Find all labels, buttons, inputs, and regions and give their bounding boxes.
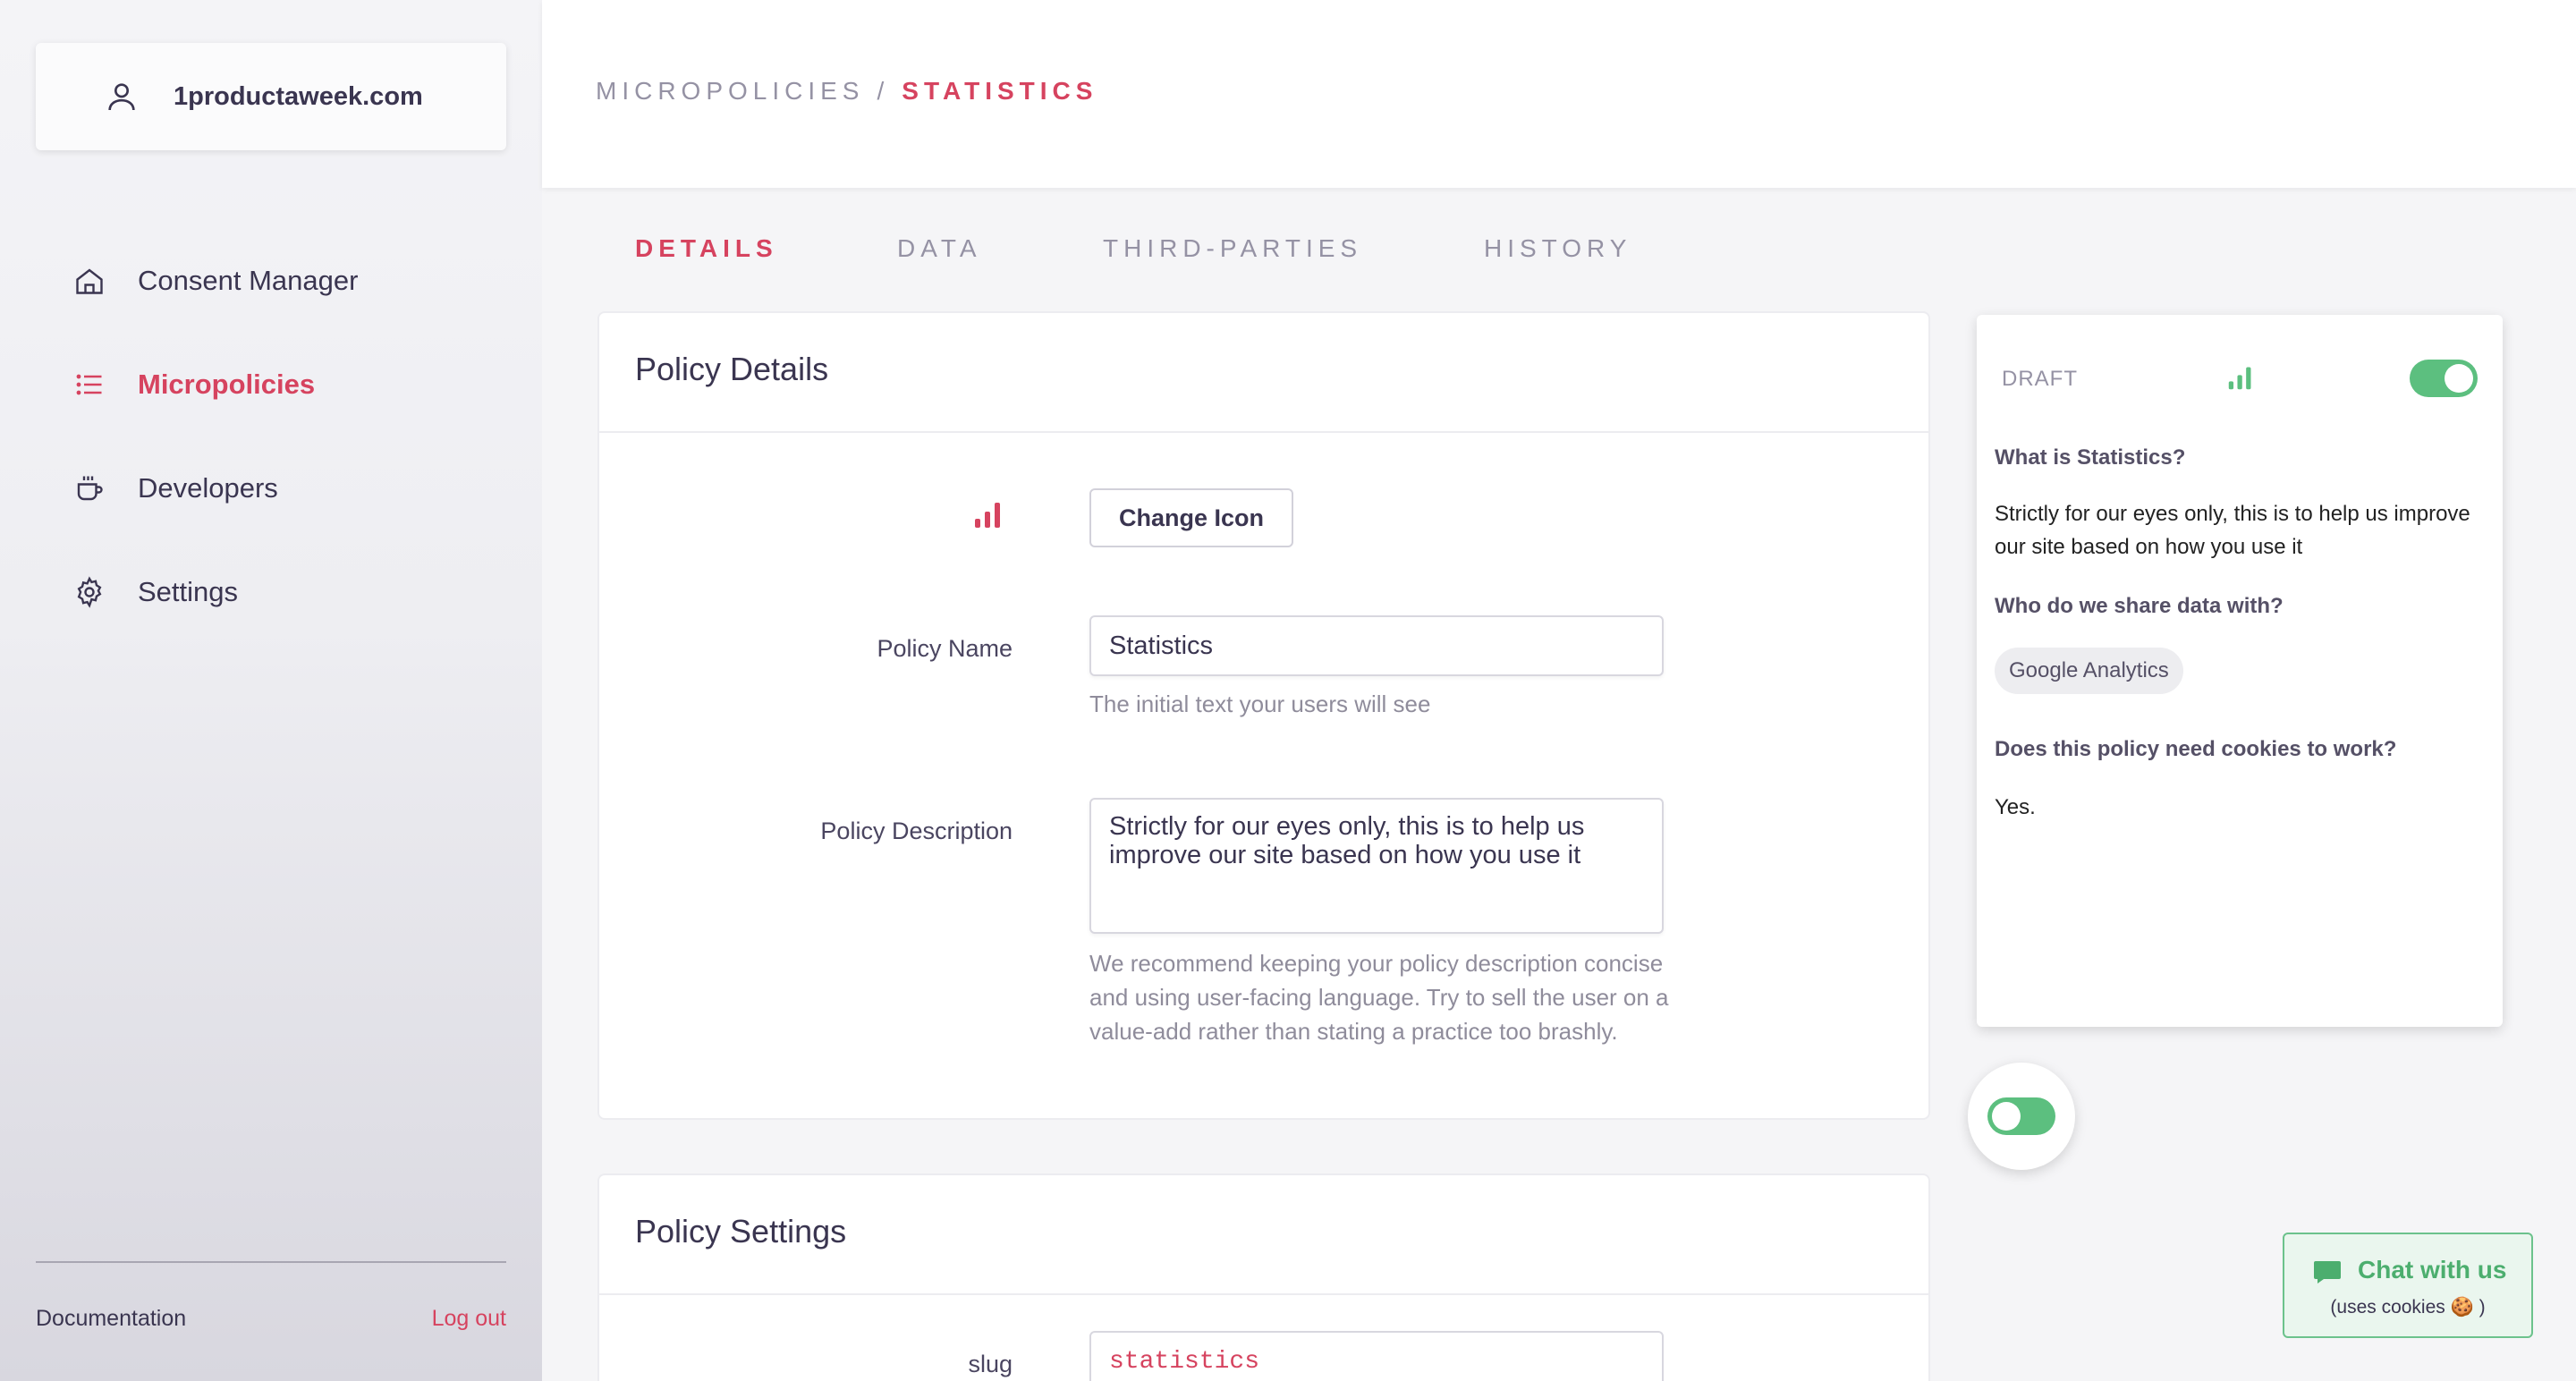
chat-bubble-icon — [2314, 1261, 2341, 1284]
statistics-icon — [2228, 367, 2251, 390]
tab-third-parties[interactable]: THIRD-PARTIES — [1103, 234, 1362, 263]
card-divider — [599, 431, 1928, 433]
breadcrumb: MICROPOLICIES / STATISTICS — [596, 77, 1097, 106]
policy-enabled-toggle[interactable] — [2410, 360, 2478, 397]
account-card[interactable]: 1productaweek.com — [36, 43, 506, 150]
policy-name-input[interactable] — [1089, 615, 1664, 676]
policy-name-label: Policy Name — [877, 635, 1013, 662]
floating-toggle[interactable] — [1987, 1097, 2055, 1135]
sidebar-item-consent-manager[interactable]: Consent Manager — [0, 245, 542, 317]
policy-name-help: The initial text your users will see — [1089, 690, 1431, 717]
documentation-link[interactable]: Documentation — [36, 1306, 186, 1332]
sidebar-item-micropolicies[interactable]: Micropolicies — [0, 349, 542, 420]
policy-preview-panel: DRAFT What is Statistics? Strictly for o… — [1977, 315, 2503, 1027]
user-icon — [108, 83, 135, 111]
policy-details-card: Policy Details Change Icon Policy Name T… — [597, 311, 1930, 1120]
gear-icon — [77, 576, 102, 608]
cookies-question: Does this policy need cookies to work? — [1995, 737, 2397, 761]
sidebar: 1productaweek.com Consent Manager Microp… — [0, 0, 542, 1381]
tab-history[interactable]: HISTORY — [1484, 234, 1631, 263]
card-title: Policy Details — [635, 351, 829, 387]
chat-title: Chat with us — [2358, 1256, 2507, 1284]
slug-input[interactable] — [1089, 1331, 1664, 1381]
third-party-chip: Google Analytics — [1995, 648, 2183, 694]
change-icon-button[interactable]: Change Icon — [1089, 488, 1293, 547]
policy-settings-card: Policy Settings slug — [597, 1173, 1930, 1381]
coffee-cup-icon — [77, 476, 103, 501]
home-icon — [76, 268, 103, 294]
slug-label: slug — [968, 1351, 1013, 1377]
sidebar-divider — [36, 1261, 506, 1263]
page-header: MICROPOLICIES / STATISTICS — [542, 0, 2576, 188]
sidebar-item-settings[interactable]: Settings — [0, 556, 542, 628]
breadcrumb-parent[interactable]: MICROPOLICIES — [596, 77, 864, 105]
logout-link[interactable]: Log out — [432, 1306, 506, 1332]
account-name: 1productaweek.com — [174, 82, 423, 111]
tab-data[interactable]: DATA — [897, 234, 982, 263]
breadcrumb-separator: / — [877, 77, 890, 105]
policy-description-textarea[interactable]: Strictly for our eyes only, this is to h… — [1089, 798, 1664, 934]
floating-consent-widget — [1968, 1063, 2075, 1170]
breadcrumb-current: STATISTICS — [902, 77, 1098, 105]
chat-widget-button[interactable]: Chat with us (uses cookies 🍪 ) — [2283, 1233, 2533, 1338]
toggle-knob — [2445, 364, 2473, 393]
sidebar-item-label: Micropolicies — [138, 369, 316, 400]
list-icon — [76, 374, 102, 395]
policy-description-help: We recommend keeping your policy descrip… — [1089, 950, 1669, 1045]
card-title: Policy Settings — [635, 1213, 847, 1250]
what-question: What is Statistics? — [1995, 445, 2186, 470]
what-answer: Strictly for our eyes only, this is to h… — [1995, 502, 2470, 559]
sidebar-item-label: Settings — [138, 576, 239, 607]
policy-description-label: Policy Description — [820, 818, 1013, 844]
sidebar-item-developers[interactable]: Developers — [0, 453, 542, 524]
share-question: Who do we share data with? — [1995, 594, 2284, 618]
toggle-knob — [1992, 1102, 2021, 1131]
sidebar-item-label: Consent Manager — [138, 265, 359, 296]
statistics-icon — [975, 503, 1000, 528]
status-badge: DRAFT — [2002, 367, 2078, 391]
cookies-answer: Yes. — [1995, 795, 2036, 819]
sidebar-item-label: Developers — [138, 472, 278, 504]
card-divider — [599, 1293, 1928, 1295]
tab-details[interactable]: DETAILS — [635, 234, 778, 263]
chat-subtitle: (uses cookies 🍪 ) — [2330, 1297, 2486, 1317]
